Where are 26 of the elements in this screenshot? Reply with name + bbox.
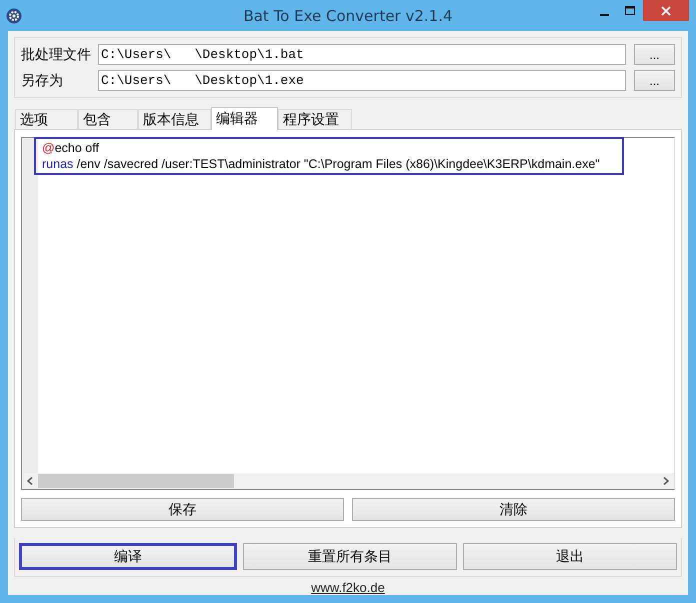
editor-button[interactable]: 清除 <box>352 498 675 521</box>
editor-button[interactable]: 保存 <box>21 498 344 521</box>
action-button[interactable]: 重置所有条目 <box>243 543 457 570</box>
path-field[interactable]: C:\Users\ \Desktop\1.exe <box>98 70 626 91</box>
close-button[interactable] <box>643 0 689 21</box>
scrollbar-thumb[interactable] <box>38 474 234 488</box>
window-title: Bat To Exe Converter v2.1.4 <box>243 7 453 25</box>
browse-button[interactable]: ... <box>634 70 675 91</box>
code-line: runas /env /savecred /user:TEST\administrator "C:\Program Files (x86)\Kingdee\K3ERP\kdmain.exe" <box>42 156 601 172</box>
action-button[interactable]: 编译 <box>19 543 237 570</box>
browse-button[interactable]: ... <box>634 44 675 65</box>
gear-icon <box>6 8 22 24</box>
action-button[interactable]: 退出 <box>463 543 677 570</box>
close-icon <box>661 6 671 16</box>
tab[interactable]: 程序设置 <box>278 109 352 129</box>
maximize-icon <box>624 6 636 16</box>
field-label: 批处理文件 <box>21 46 92 64</box>
website-link[interactable]: www.f2ko.de <box>311 580 385 595</box>
field-label: 另存为 <box>21 72 64 90</box>
tab[interactable]: 包含 <box>78 109 138 129</box>
path-field[interactable]: C:\Users\ \Desktop\1.bat <box>98 44 626 65</box>
code-line: @echo off <box>42 140 100 156</box>
tab[interactable]: 版本信息 <box>138 109 211 129</box>
minimize-icon <box>600 14 608 16</box>
tab[interactable]: 选项 <box>15 109 78 129</box>
tab[interactable]: 编辑器 <box>211 107 278 130</box>
